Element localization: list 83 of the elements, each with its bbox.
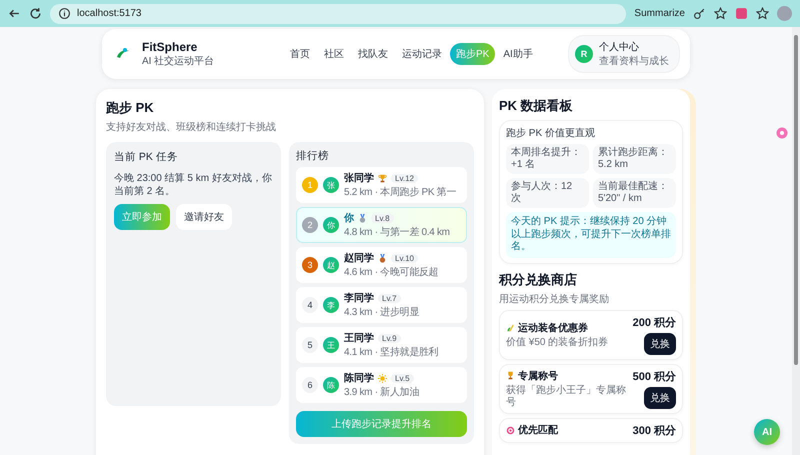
row-detail: 3.9 km · 新人加油: [344, 386, 419, 399]
user-name: 你: [344, 212, 354, 225]
user-avatar: 张: [323, 177, 339, 193]
brand-name: FitSphere: [142, 40, 198, 54]
key-icon[interactable]: [693, 7, 706, 20]
address-bar[interactable]: localhost:5173: [50, 4, 626, 24]
points-cost: 200 积分: [632, 316, 676, 330]
reward-name: 专属称号: [518, 370, 558, 382]
card-title: 跑步 PK 价值更直观: [506, 126, 596, 140]
sun-icon: [378, 374, 387, 382]
user-name: 陈同学: [344, 372, 374, 385]
level-tag: Lv.7: [378, 294, 401, 302]
section-subtitle: 用运动积分兑换专属奖励: [499, 292, 610, 306]
row-detail: 4.8 km · 与第一差 0.4 km: [344, 226, 450, 239]
panel-title: 当前 PK 任务: [114, 150, 179, 164]
points-cost: 500 积分: [632, 370, 676, 384]
level-tag: Lv.5: [391, 374, 414, 382]
user-name: 张同学: [344, 172, 374, 185]
reward-name: 优先匹配: [518, 424, 558, 437]
level-tag: Lv.12: [391, 174, 418, 182]
section-title: 跑步 PK: [106, 99, 155, 117]
rank-badge: 1: [302, 177, 318, 193]
brand-tagline: AI 社交运动平台: [142, 54, 214, 68]
star-icon[interactable]: [714, 7, 727, 20]
section-title: 积分兑换商店: [499, 270, 578, 288]
summarize-button[interactable]: Summarize: [634, 8, 685, 19]
medal-icon: [358, 214, 367, 222]
level-tag: Lv.8: [371, 214, 394, 222]
panel-title: 排行榜: [296, 149, 330, 163]
redeem-button[interactable]: 兑换: [644, 332, 676, 354]
rank-badge: 3: [302, 257, 318, 273]
nav-tab[interactable]: 社区: [318, 43, 350, 65]
trophy-icon: [378, 174, 387, 182]
rank-badge: 2: [302, 217, 318, 233]
nav-tab[interactable]: AI助手: [497, 43, 539, 65]
profile-subtitle: 查看资料与成长: [599, 54, 669, 68]
user-name: 赵同学: [344, 252, 374, 265]
trophy-icon: [506, 371, 515, 380]
user-avatar: 王: [323, 337, 339, 353]
reward-name: 运动装备优惠券: [518, 322, 588, 334]
invite-button[interactable]: 邀请好友: [176, 204, 232, 230]
points-cost: 300 积分: [632, 424, 676, 438]
user-avatar: R: [575, 45, 593, 63]
redeem-button[interactable]: 兑换: [644, 386, 676, 408]
stat-tile: 本周排名提升：+1 名: [506, 144, 589, 174]
task-description: 今晚 23:00 结算 5 km 好友对战，你当前第 2 名。: [114, 172, 273, 198]
reward-description: 价值 ¥50 的装备折扣券: [506, 336, 610, 348]
stat-tile: 当前最佳配速：5'20" / km: [593, 178, 676, 208]
row-detail: 5.2 km · 本周跑步 PK 第一: [344, 186, 456, 199]
tip-message: 今天的 PK 提示：继续保持 20 分钟以上跑步频次，可提升下一次榜单排名。: [506, 212, 676, 258]
extension-icon[interactable]: [735, 7, 748, 20]
nav-tab[interactable]: 运动记录: [396, 43, 448, 65]
user-name: 王同学: [344, 332, 374, 345]
nav-tab[interactable]: 首页: [284, 43, 316, 65]
level-tag: Lv.10: [391, 254, 418, 262]
target-icon: [506, 426, 515, 434]
nav-tab[interactable]: 找队友: [352, 43, 394, 65]
url-text: localhost:5173: [77, 8, 142, 19]
medal-icon: [378, 254, 387, 262]
row-detail: 4.3 km · 进步明显: [344, 306, 419, 319]
favorites-icon[interactable]: [756, 7, 769, 20]
user-avatar: 李: [323, 297, 339, 313]
stat-tile: 参与人次：12 次: [506, 178, 589, 208]
rank-badge: 4: [302, 297, 318, 313]
info-icon: [58, 7, 71, 20]
user-avatar: 陈: [323, 377, 339, 393]
profile-title: 个人中心: [599, 40, 640, 54]
scrollbar-thumb[interactable]: [794, 35, 798, 365]
section-title: PK 数据看板: [499, 97, 574, 115]
profile-button[interactable]: R 个人中心 查看资料与成长: [568, 35, 680, 73]
section-subtitle: 支持好友对战、班级榜和连续打卡挑战: [106, 120, 277, 134]
rank-badge: 6: [302, 377, 318, 393]
rank-badge: 5: [302, 337, 318, 353]
level-tag: Lv.9: [378, 334, 401, 342]
user-avatar: 赵: [323, 257, 339, 273]
back-icon[interactable]: [8, 7, 21, 20]
user-avatar: 你: [323, 217, 339, 233]
user-name: 李同学: [344, 292, 374, 305]
row-detail: 4.1 km · 坚持就是胜利: [344, 346, 438, 359]
row-detail: 4.6 km · 今晚可能反超: [344, 266, 438, 279]
reward-description: 获得「跑步小王子」专属称号: [506, 384, 627, 408]
stat-tile: 累计跑步距离：5.2 km: [593, 144, 676, 174]
refresh-icon[interactable]: [29, 7, 42, 20]
